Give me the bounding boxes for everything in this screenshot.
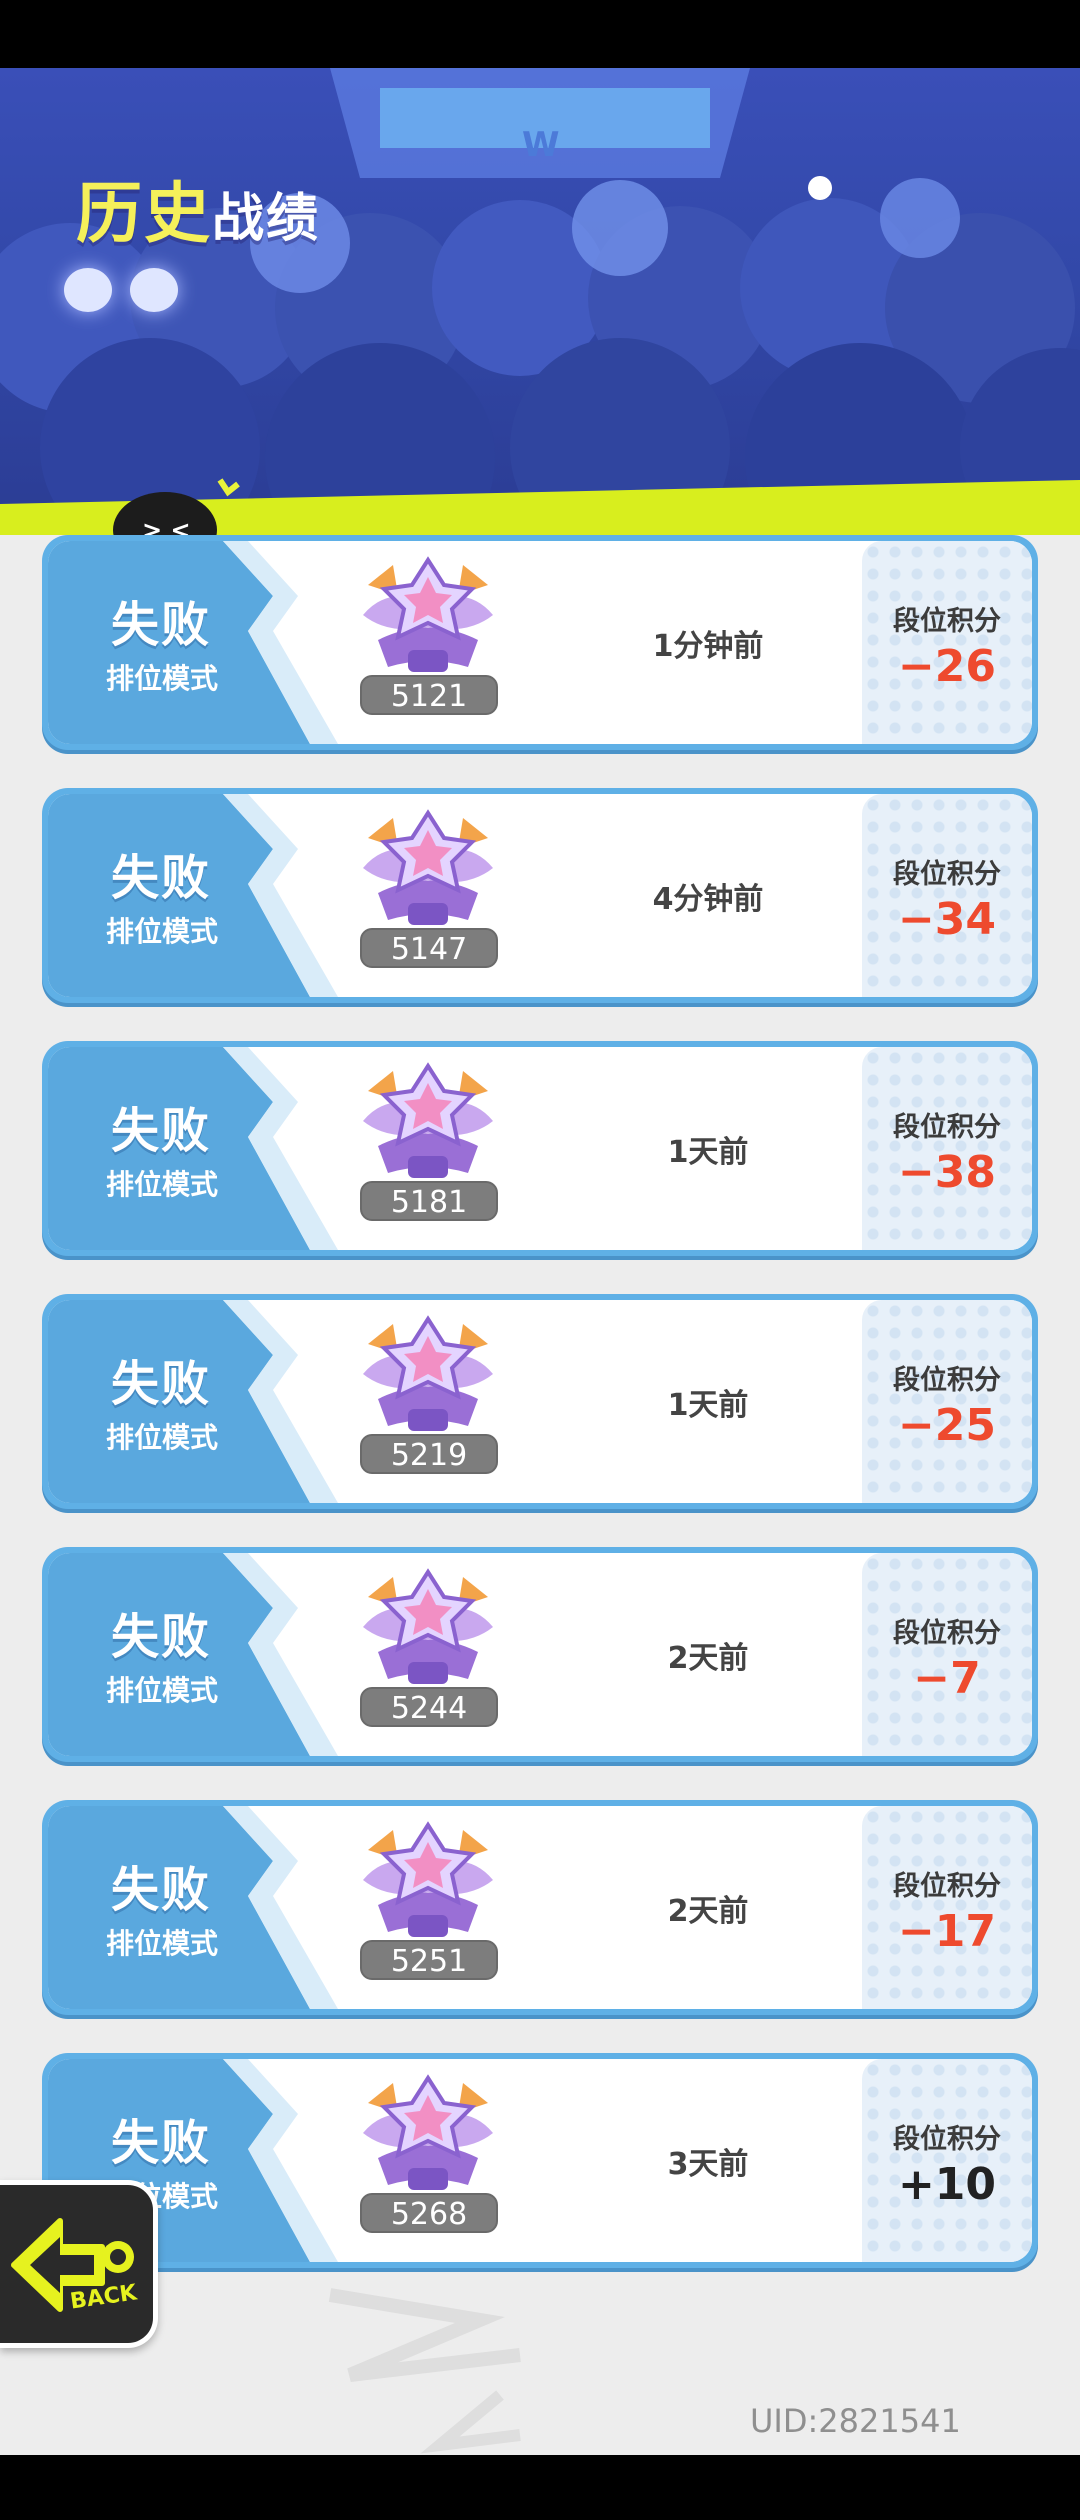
record-card-body: 失败 排位模式 5268 3天前 段位积分 +10 [48,2059,1032,2262]
record-card-body: 失败 排位模式 5147 4分钟前 段位积分 −34 [48,794,1032,997]
result-label: 失败 [110,1356,211,1412]
result-label: 失败 [110,2115,211,2171]
score-label: 段位积分 [893,1365,1001,1396]
time-ago: 2天前 [667,1894,749,1929]
score-change: −17 [897,1906,997,1957]
arrow-left-icon [11,2218,134,2312]
rank-points: 5251 [360,1940,498,1980]
score-label: 段位积分 [893,606,1001,637]
rank-points: 5181 [360,1181,498,1221]
page-title-main: 历史 [76,175,212,252]
record-card-body: 失败 排位模式 5244 2天前 段位积分 −7 [48,1553,1032,1756]
score-label: 段位积分 [893,2124,1001,2155]
svg-text:W: W [522,125,560,165]
result-label: 失败 [110,1862,211,1918]
score-panel: 段位积分 −34 [862,794,1032,997]
score-panel: 段位积分 −38 [862,1047,1032,1250]
record-card[interactable]: 失败 排位模式 5219 1天前 段位积分 −25 [42,1294,1038,1509]
mode-label: 排位模式 [105,915,218,948]
rank-points: 5147 [360,928,498,968]
record-card-body: 失败 排位模式 5121 1分钟前 段位积分 −26 [48,541,1032,744]
page-title: 历史战绩 [76,160,320,256]
time-ago: 1分钟前 [652,629,764,664]
record-card[interactable]: 失败 排位模式 5251 2天前 段位积分 −17 [42,1800,1038,2015]
rank-points: 5244 [360,1687,498,1727]
stage-lights [64,268,196,316]
rank-points: 5121 [360,675,498,715]
result-label: 失败 [110,850,211,906]
status-bar [0,0,1080,68]
record-card-body: 失败 排位模式 5251 2天前 段位积分 −17 [48,1806,1032,2009]
result-label: 失败 [110,597,211,653]
mode-label: 排位模式 [105,1674,218,1707]
score-label: 段位积分 [893,1871,1001,1902]
time-ago: 4分钟前 [652,882,764,917]
header-banner: W 历史战绩 [0,68,1080,538]
rank-points: 5219 [360,1434,498,1474]
score-panel: 段位积分 +10 [862,2059,1032,2262]
score-change: +10 [897,2159,997,2210]
mode-label: 排位模式 [105,662,218,695]
score-label: 段位积分 [893,1618,1001,1649]
user-id: UID:2821541 [750,2402,961,2440]
time-ago: 1天前 [667,1135,749,1170]
score-panel: 段位积分 −17 [862,1806,1032,2009]
page-title-sub: 战绩 [212,189,321,249]
time-ago: 2天前 [667,1641,749,1676]
record-card-body: 失败 排位模式 5219 1天前 段位积分 −25 [48,1300,1032,1503]
score-panel: 段位积分 −26 [862,541,1032,744]
mode-label: 排位模式 [105,1421,218,1454]
record-card[interactable]: 失败 排位模式 5147 4分钟前 段位积分 −34 [42,788,1038,1003]
score-panel: 段位积分 −25 [862,1300,1032,1503]
score-change: −38 [897,1147,997,1198]
score-change: −25 [897,1400,997,1451]
result-label: 失败 [110,1609,211,1665]
record-card[interactable]: 失败 排位模式 5244 2天前 段位积分 −7 [42,1547,1038,1762]
score-label: 段位积分 [893,1112,1001,1143]
navigation-bar [0,2455,1080,2520]
back-button[interactable]: BACK [0,2180,158,2348]
mode-label: 排位模式 [105,1168,218,1201]
match-history-screen: W 历史战绩 > < 失败 排位模式 5121 1分钟前 段位积分 −26 失败… [0,0,1080,2520]
mode-label: 排位模式 [105,1927,218,1960]
rank-points: 5268 [360,2193,498,2233]
record-card-body: 失败 排位模式 5181 1天前 段位积分 −38 [48,1047,1032,1250]
record-card[interactable]: 失败 排位模式 5181 1天前 段位积分 −38 [42,1041,1038,1256]
record-card[interactable]: 失败 排位模式 5268 3天前 段位积分 +10 [42,2053,1038,2268]
score-panel: 段位积分 −7 [862,1553,1032,1756]
score-change: −26 [897,641,997,692]
time-ago: 1天前 [667,1388,749,1423]
score-label: 段位积分 [893,859,1001,890]
score-change: −7 [913,1653,981,1704]
score-change: −34 [897,894,997,945]
record-card[interactable]: 失败 排位模式 5121 1分钟前 段位积分 −26 [42,535,1038,750]
time-ago: 3天前 [667,2147,749,2182]
result-label: 失败 [110,1103,211,1159]
